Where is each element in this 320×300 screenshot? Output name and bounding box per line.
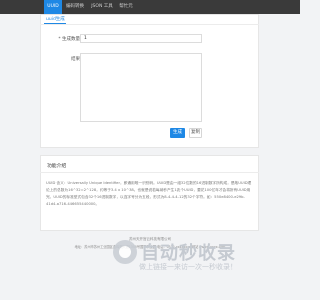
about-description: UUID 含义：Universally Unique Identifier，即通… [46, 181, 252, 206]
top-nav-bar: UUID 编码转换 JSON 工具 帮忙元 [0, 0, 300, 14]
watermark-subtitle: 做上链接一来访一次一秒收录！ [139, 263, 237, 271]
nav-item-json-tool[interactable]: JSON 工具 [89, 0, 115, 14]
copy-button[interactable]: 复制 [189, 128, 202, 138]
count-label: * 生成数量 [58, 37, 80, 42]
tab-divider [40, 24, 259, 25]
logo-icon [113, 240, 137, 264]
nav-item-encoding[interactable]: 编码转换 [64, 0, 86, 14]
result-textarea[interactable] [80, 53, 202, 122]
count-input[interactable]: 1 [80, 34, 202, 43]
result-label: 结果 [71, 57, 80, 62]
nav-item-uuid[interactable]: UUID [44, 0, 62, 14]
watermark: 自动秒收录 做上链接一来访一次一秒收录！ [113, 237, 283, 289]
about-title: 功能介绍 [47, 164, 67, 169]
generate-button[interactable]: 生成 [170, 128, 185, 138]
nav-item-help[interactable]: 帮忙元 [117, 0, 135, 14]
about-divider [40, 172, 259, 173]
tab-uuid-generate[interactable]: uuid生成 [46, 16, 65, 22]
